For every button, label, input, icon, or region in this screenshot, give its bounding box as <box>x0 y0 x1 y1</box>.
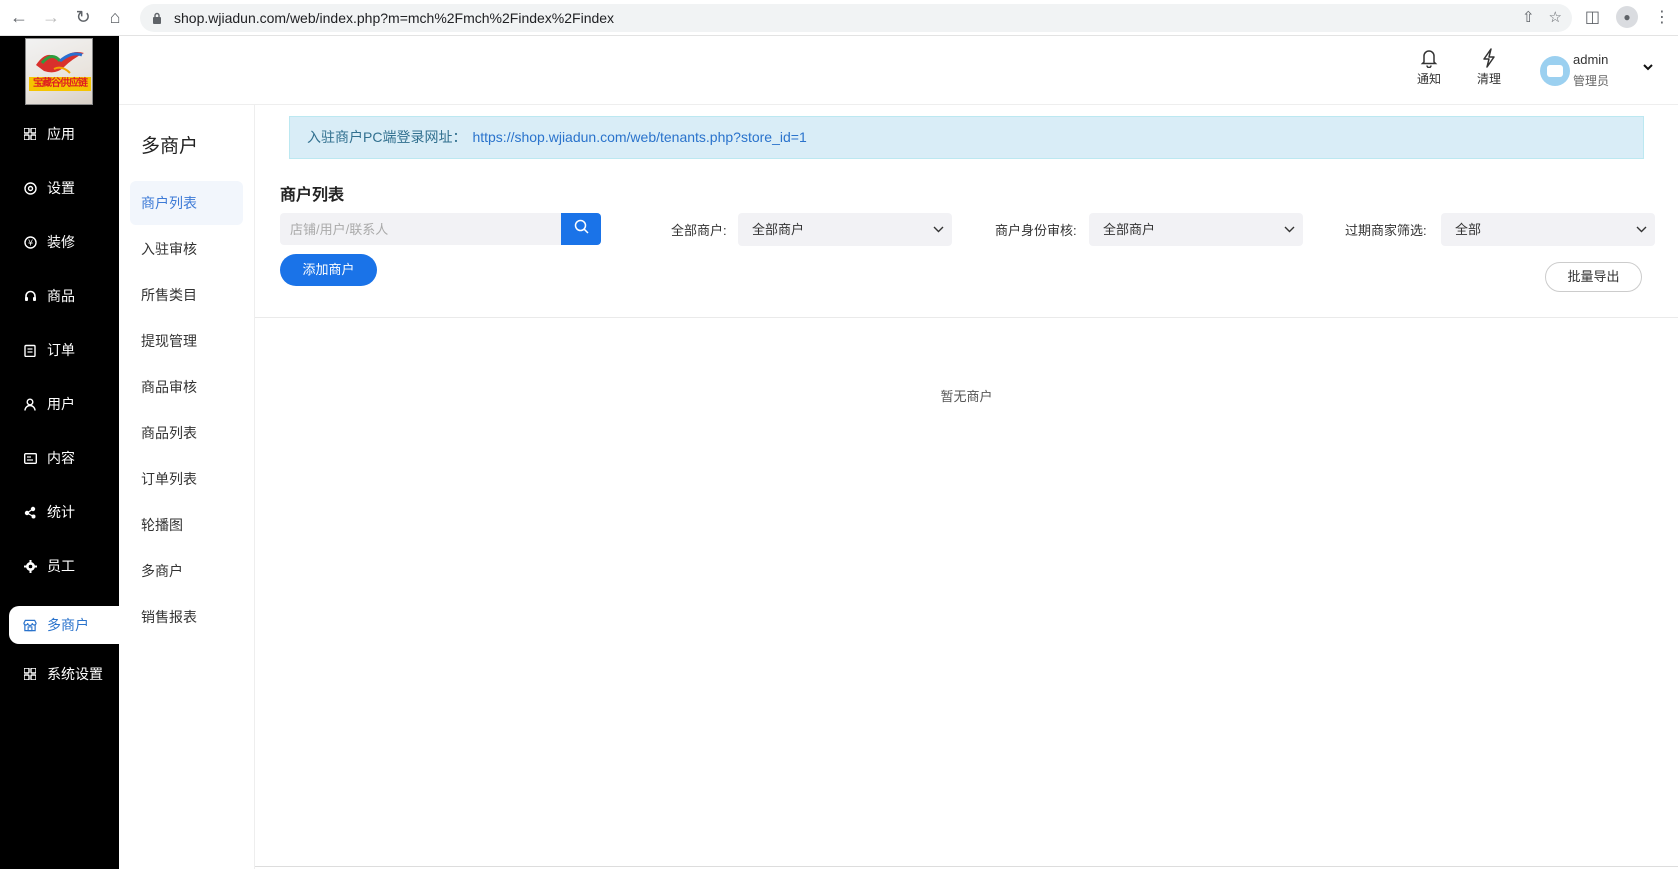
search-button[interactable] <box>561 213 601 245</box>
clear-label: 清理 <box>1476 72 1501 86</box>
grid-icon <box>23 127 37 141</box>
filter-expired-value: 全部 <box>1455 222 1482 237</box>
lock-icon <box>152 11 164 25</box>
user-role: 管理员 <box>1573 74 1610 88</box>
main-sidebar: 宝藏谷供应链 应用 设置 ¥ 装修 商品 订单 用户 内容 统计 员工 多商户 … <box>0 36 119 869</box>
main-content: 入驻商户PC端登录网址： https://shop.wjiadun.com/web… <box>255 105 1678 869</box>
submenu-item-categories[interactable]: 所售类目 <box>130 273 243 317</box>
bird-logo-icon <box>36 52 84 74</box>
sidebar-item-label: 内容 <box>47 450 75 466</box>
submenu-item-order-list[interactable]: 订单列表 <box>130 457 243 501</box>
filter-all-merchants-value: 全部商户 <box>752 222 805 237</box>
chevron-down-icon <box>1636 213 1647 246</box>
bookmark-star-icon[interactable]: ☆ <box>1549 8 1562 26</box>
filter-identity-review-value: 全部商户 <box>1103 222 1156 237</box>
logo[interactable]: 宝藏谷供应链 <box>25 38 93 105</box>
side-panel-icon[interactable]: ◫ <box>1585 7 1600 27</box>
sidebar-item-label: 员工 <box>47 558 75 574</box>
forward-icon[interactable]: → <box>38 5 64 31</box>
logo-text: 宝藏谷供应链 <box>29 77 91 91</box>
svg-text:¥: ¥ <box>27 238 32 247</box>
submenu-title: 多商户 <box>141 136 199 157</box>
notice-label: 入驻商户PC端登录网址： <box>307 129 467 145</box>
sidebar-item-label: 多商户 <box>47 617 89 633</box>
batch-export-button[interactable]: 批量导出 <box>1545 262 1642 292</box>
grid-icon <box>23 667 37 681</box>
filter-identity-review-label: 商户身份审核: <box>995 223 1077 238</box>
add-merchant-button[interactable]: 添加商户 <box>280 254 377 286</box>
reload-icon[interactable]: ↻ <box>70 5 96 31</box>
gear-icon <box>23 181 37 195</box>
url-text[interactable]: shop.wjiadun.com/web/index.php?m=mch%2Fm… <box>174 10 614 26</box>
chevron-down-icon <box>933 213 944 246</box>
search-input[interactable] <box>280 213 561 245</box>
sidebar-item-content[interactable]: 内容 <box>0 438 119 478</box>
empty-state-text: 暂无商户 <box>940 389 993 404</box>
sidebar-item-label: 装修 <box>47 234 75 250</box>
sidebar-item-decoration[interactable]: ¥ 装修 <box>0 222 119 262</box>
yen-circle-icon: ¥ <box>23 235 37 249</box>
divider <box>255 317 1678 318</box>
top-header: 通知 清理 admin 管理员 <box>119 36 1678 105</box>
sidebar-item-label: 商品 <box>47 288 75 304</box>
sidebar-item-statistics[interactable]: 统计 <box>0 492 119 532</box>
submenu-item-goods-list[interactable]: 商品列表 <box>130 411 243 455</box>
search-icon <box>574 219 589 239</box>
chevron-down-icon <box>1284 213 1295 246</box>
lightning-icon <box>1469 48 1509 70</box>
sidebar-item-label: 设置 <box>47 180 75 196</box>
submenu-item-sales-report[interactable]: 销售报表 <box>130 595 243 639</box>
page-title: 商户列表 <box>280 187 345 204</box>
submenu-item-entry-review[interactable]: 入驻审核 <box>130 227 243 271</box>
cog-icon <box>23 559 37 573</box>
user-icon <box>23 397 37 411</box>
sidebar-item-label: 系统设置 <box>47 666 103 682</box>
filter-expired-label: 过期商家筛选: <box>1345 223 1427 238</box>
clipboard-icon <box>23 343 37 357</box>
filter-all-merchants-select[interactable]: 全部商户 <box>738 213 952 246</box>
tenant-login-link[interactable]: https://shop.wjiadun.com/web/tenants.php… <box>472 129 806 145</box>
clear-cache-button[interactable]: 清理 <box>1469 48 1509 87</box>
chevron-down-icon[interactable] <box>1643 60 1653 74</box>
browser-toolbar: ← → ↻ ⌂ shop.wjiadun.com/web/index.php?m… <box>0 0 1678 36</box>
submenu-item-withdrawals[interactable]: 提现管理 <box>130 319 243 363</box>
sidebar-item-multi-merchant[interactable]: 多商户 <box>9 606 119 644</box>
submenu-item-carousel[interactable]: 轮播图 <box>130 503 243 547</box>
filter-all-merchants-label: 全部商户: <box>671 223 727 238</box>
sidebar-item-label: 应用 <box>47 126 75 142</box>
sidebar-item-label: 统计 <box>47 504 75 520</box>
sidebar-item-goods[interactable]: 商品 <box>0 276 119 316</box>
sidebar-item-staff[interactable]: 员工 <box>0 546 119 586</box>
sidebar-item-label: 用户 <box>47 396 75 412</box>
profile-icon[interactable]: ● <box>1616 6 1638 28</box>
chart-icon <box>23 505 37 519</box>
bell-icon <box>1409 48 1449 70</box>
sidebar-item-system-settings[interactable]: 系统设置 <box>0 654 119 694</box>
notify-label: 通知 <box>1416 72 1441 86</box>
document-icon <box>23 451 37 465</box>
share-icon[interactable]: ⇧ <box>1522 8 1535 26</box>
store-icon <box>23 618 37 632</box>
filter-identity-review-select[interactable]: 全部商户 <box>1089 213 1303 246</box>
secondary-menu: 多商户 商户列表 入驻审核 所售类目 提现管理 商品审核 商品列表 订单列表 轮… <box>119 105 255 869</box>
sidebar-item-apps[interactable]: 应用 <box>0 114 119 154</box>
sidebar-item-label: 订单 <box>47 342 75 358</box>
back-icon[interactable]: ← <box>6 5 32 31</box>
sidebar-item-users[interactable]: 用户 <box>0 384 119 424</box>
divider <box>255 866 1678 867</box>
more-menu-icon[interactable]: ⋮ <box>1654 7 1670 27</box>
sidebar-item-settings[interactable]: 设置 <box>0 168 119 208</box>
sidebar-item-orders[interactable]: 订单 <box>0 330 119 370</box>
filter-expired-select[interactable]: 全部 <box>1441 213 1655 246</box>
avatar[interactable] <box>1540 56 1570 86</box>
submenu-item-goods-review[interactable]: 商品审核 <box>130 365 243 409</box>
user-name[interactable]: admin <box>1573 52 1608 67</box>
home-icon[interactable]: ⌂ <box>102 5 128 31</box>
address-bar[interactable]: shop.wjiadun.com/web/index.php?m=mch%2Fm… <box>140 4 1572 32</box>
notify-button[interactable]: 通知 <box>1409 48 1449 87</box>
submenu-item-merchant-list[interactable]: 商户列表 <box>130 181 243 225</box>
notice-banner: 入驻商户PC端登录网址： https://shop.wjiadun.com/web… <box>289 116 1644 159</box>
headset-icon <box>23 289 37 303</box>
submenu-item-multi-merchant[interactable]: 多商户 <box>130 549 243 593</box>
